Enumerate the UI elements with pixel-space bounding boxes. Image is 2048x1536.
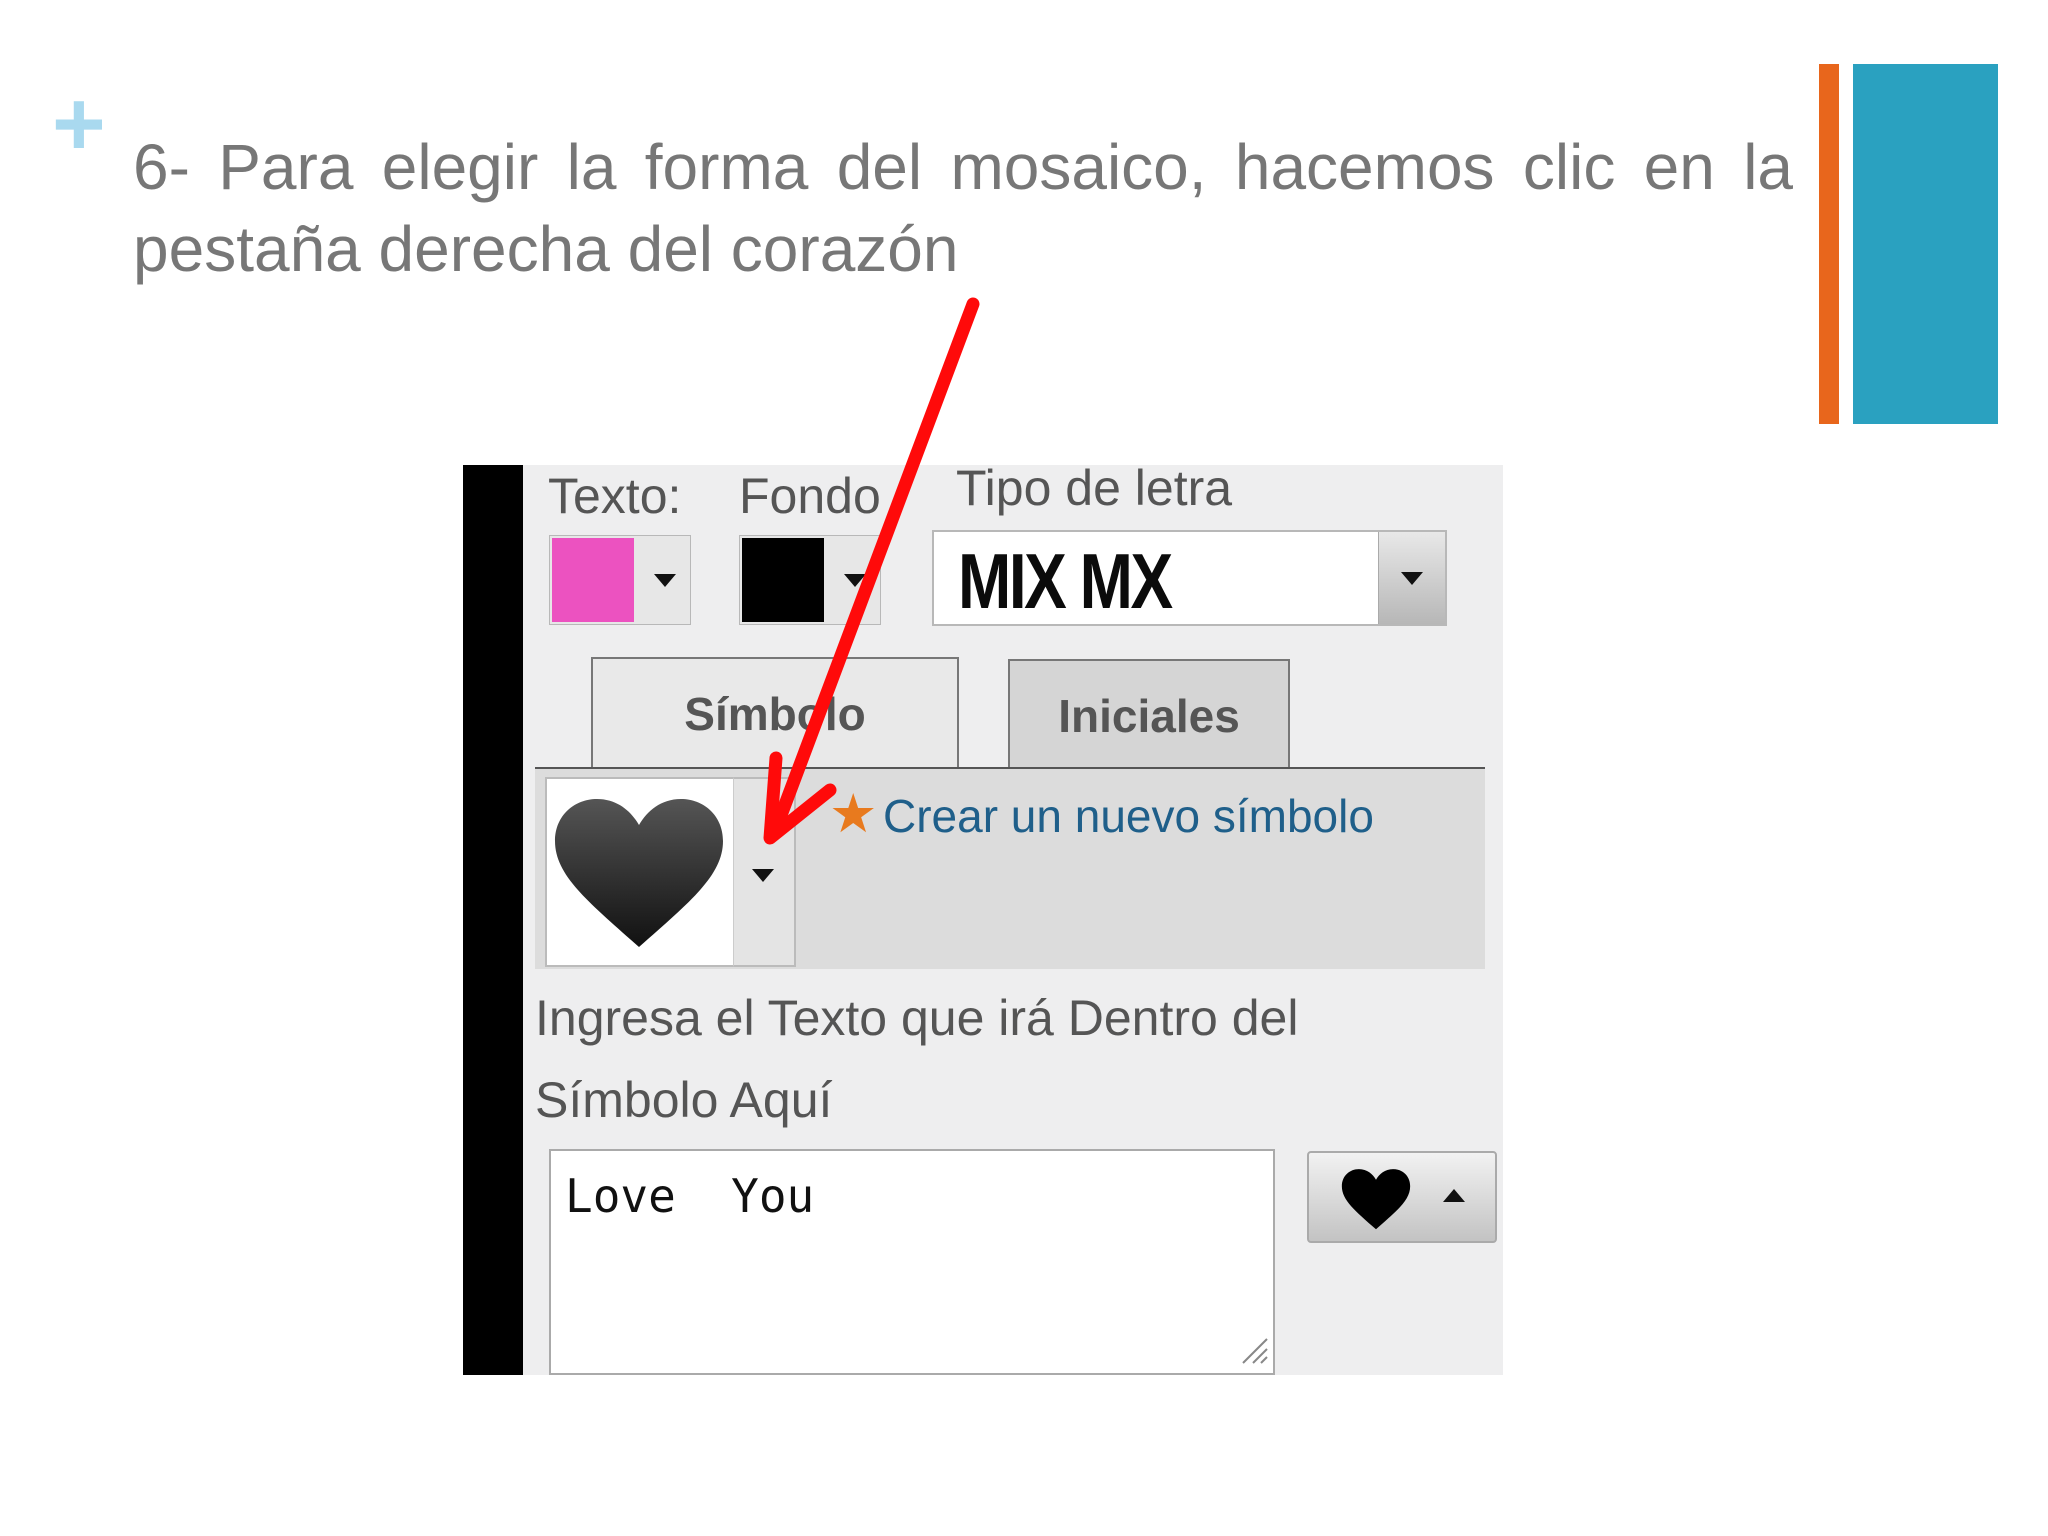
red-arrow-annotation [763, 297, 980, 845]
